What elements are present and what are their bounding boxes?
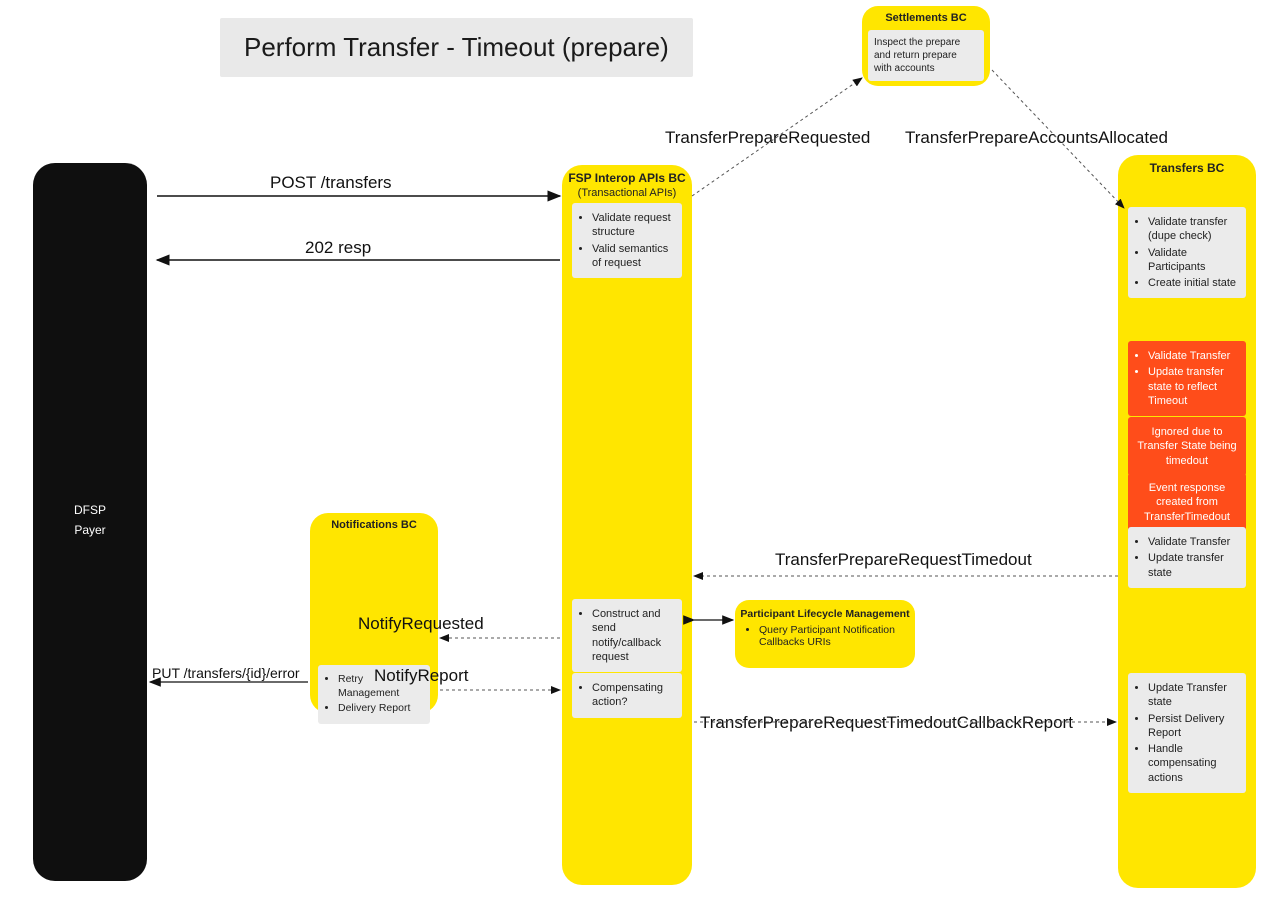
fsp-title: FSP Interop APIs BC (562, 165, 692, 185)
diagram-title: Perform Transfer - Timeout (prepare) (220, 18, 693, 77)
fsp-validate-structure: Validate request structure (592, 211, 674, 240)
settlements-note: Inspect the prepare and return prepare w… (868, 30, 984, 81)
transfers-grey-2: Validate Transfer Update transfer state (1128, 527, 1246, 588)
actor-participant-lifecycle: Participant Lifecycle Management Query P… (735, 600, 915, 668)
msg-notify-requested: NotifyRequested (358, 614, 484, 634)
transfers-validate-participants: Validate Participants (1148, 246, 1238, 275)
dfsp-payer-label: Payer (33, 523, 147, 537)
fsp-compensating: Compensating action? (592, 681, 674, 710)
msg-put-error: PUT /transfers/{id}/error (152, 665, 300, 681)
actor-dfsp-payer: DFSP Payer (33, 163, 147, 881)
msg-callback-report: TransferPrepareRequestTimedoutCallbackRe… (700, 712, 1130, 733)
transfers-create-state: Create initial state (1148, 276, 1238, 290)
transfers-orange-3: Event response created from TransferTime… (1128, 473, 1246, 532)
actor-settlements-bc: Settlements BC Inspect the prepare and r… (862, 6, 990, 86)
transfers-title: Transfers BC (1118, 155, 1256, 175)
msg-202-resp: 202 resp (305, 238, 371, 258)
notifications-title: Notifications BC (310, 513, 438, 531)
notifications-delivery: Delivery Report (338, 702, 422, 716)
settlements-title: Settlements BC (862, 6, 990, 24)
actor-fsp-interop: FSP Interop APIs BC (Transactional APIs)… (562, 165, 692, 885)
fsp-note-construct: Construct and send notify/callback reque… (572, 599, 682, 672)
transfers-validate-dupe: Validate transfer (dupe check) (1148, 215, 1238, 244)
msg-prepare-requested: TransferPrepareRequested (665, 128, 870, 148)
transfers-g3-update: Update Transfer state (1148, 681, 1238, 710)
transfers-grey-1: Validate transfer (dupe check) Validate … (1128, 207, 1246, 298)
msg-notify-report: NotifyReport (374, 666, 468, 686)
actor-transfers: Transfers BC Validate transfer (dupe che… (1118, 155, 1256, 888)
fsp-construct-send: Construct and send notify/callback reque… (592, 607, 674, 664)
fsp-note-validate: Validate request structure Valid semanti… (572, 203, 682, 278)
participants-item: Query Participant Notification Callbacks… (759, 624, 907, 648)
transfers-orange-1: Validate Transfer Update transfer state … (1128, 341, 1246, 416)
msg-post-transfers: POST /transfers (270, 173, 392, 193)
transfers-orange-2: Ignored due to Transfer State being time… (1128, 417, 1246, 476)
transfers-grey-3: Update Transfer state Persist Delivery R… (1128, 673, 1246, 793)
transfers-g2-update: Update transfer state (1148, 551, 1238, 580)
fsp-subtitle: (Transactional APIs) (562, 185, 692, 199)
transfers-g3-handle: Handle compensating actions (1148, 742, 1238, 785)
transfers-update-timeout: Update transfer state to reflect Timeout (1148, 365, 1238, 408)
participants-title: Participant Lifecycle Management (735, 600, 915, 620)
transfers-g2-validate: Validate Transfer (1148, 535, 1238, 549)
msg-accounts-allocated: TransferPrepareAccountsAllocated (905, 128, 1168, 148)
dfsp-label: DFSP (33, 503, 147, 517)
transfers-validate-transfer: Validate Transfer (1148, 349, 1238, 363)
fsp-validate-semantics: Valid semantics of request (592, 242, 674, 271)
fsp-note-compensating: Compensating action? (572, 673, 682, 718)
msg-request-timedout: TransferPrepareRequestTimedout (775, 550, 1032, 570)
transfers-g3-persist: Persist Delivery Report (1148, 712, 1238, 741)
